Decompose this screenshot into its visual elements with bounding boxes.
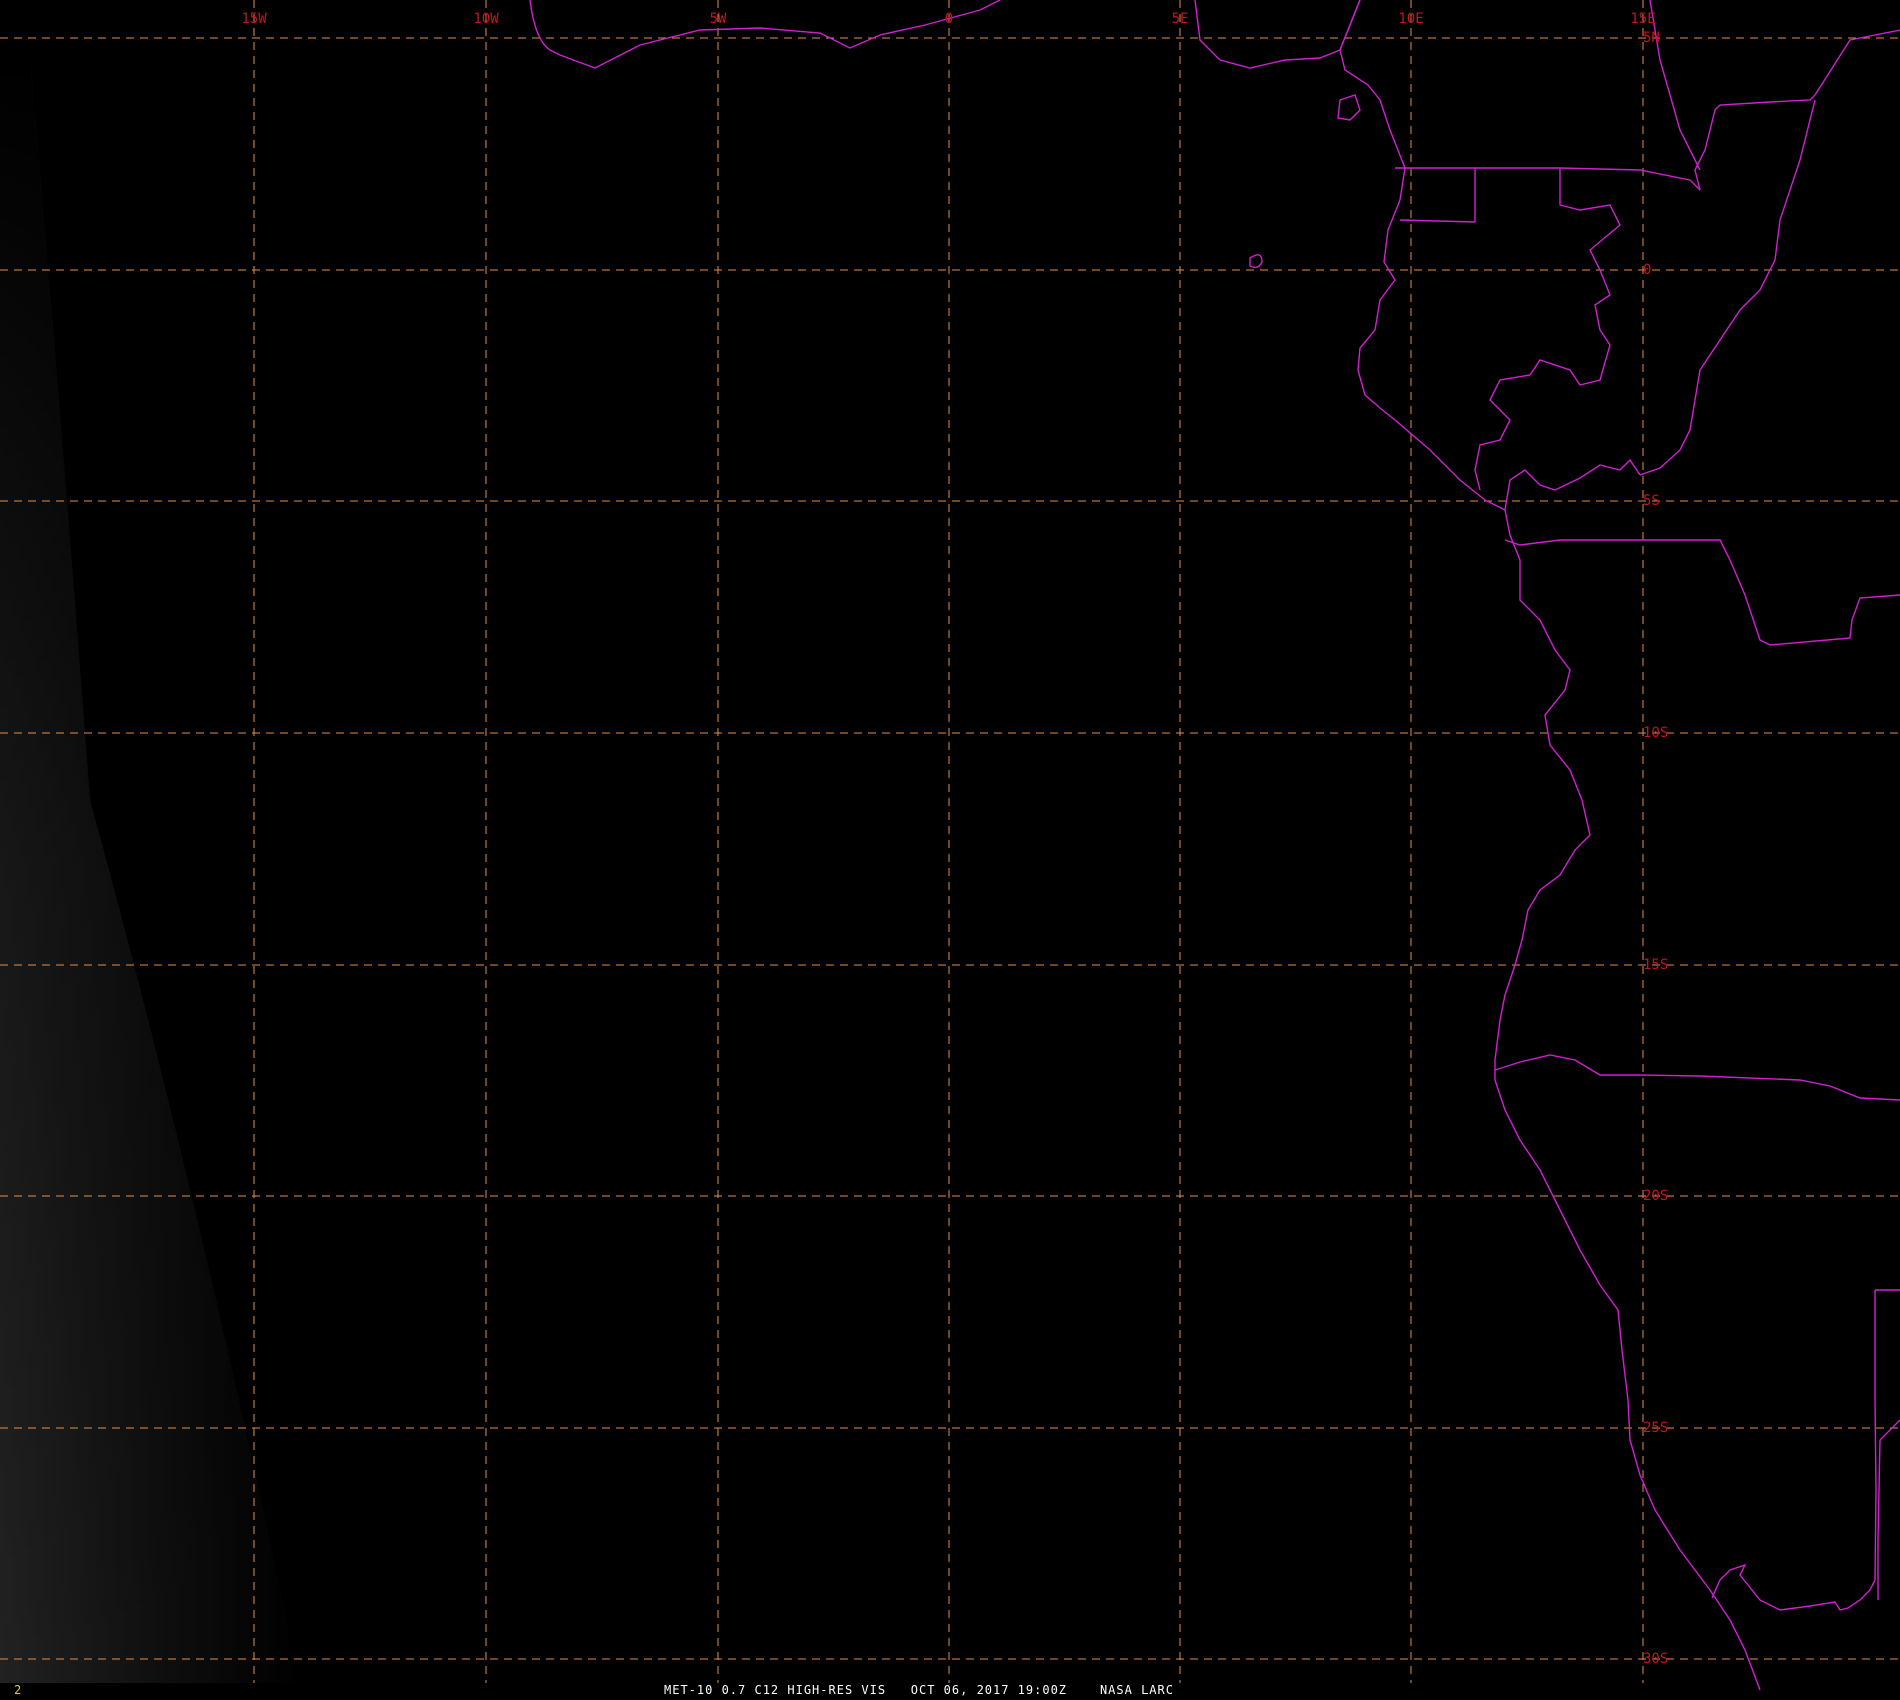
latitude-label: 5N <box>1643 30 1660 46</box>
timestamp: OCT 06, 2017 19:00Z <box>910 1683 1068 1697</box>
latitude-label: 10S <box>1643 725 1668 741</box>
longitude-label: 5W <box>710 11 727 27</box>
satellite-product: MET-10 0.7 C12 HIGH-RES VIS <box>664 1683 887 1697</box>
data-source: NASA LARC <box>1099 1683 1174 1697</box>
satellite-map: 15W 10W 5W 0 5E 10E 15E 5N 0 5S 10S 15S 20S 25S 30S <box>0 0 1900 1700</box>
latitude-label: 30S <box>1643 1651 1668 1667</box>
longitude-label: 5E <box>1172 11 1189 27</box>
frame-number: 2 <box>14 1683 23 1697</box>
longitude-label: 10E <box>1398 11 1423 27</box>
longitude-label: 15W <box>241 11 267 27</box>
caption-text: MET-10 0.7 C12 HIGH-RES VIS OCT 06, 2017… <box>664 1683 1174 1697</box>
longitude-label: 10W <box>473 11 499 27</box>
latitude-label: 0 <box>1643 262 1651 278</box>
latitude-label: 5S <box>1643 493 1660 509</box>
longitude-label: 0 <box>945 11 953 27</box>
latitude-label: 15S <box>1643 957 1668 973</box>
latitude-label: 20S <box>1643 1188 1668 1204</box>
latitude-label: 25S <box>1643 1420 1668 1436</box>
map-background <box>0 0 1900 1700</box>
image-caption-bar: 2 MET-10 0.7 C12 HIGH-RES VIS OCT 06, 20… <box>0 1683 1900 1700</box>
longitude-label: 15E <box>1630 11 1655 27</box>
